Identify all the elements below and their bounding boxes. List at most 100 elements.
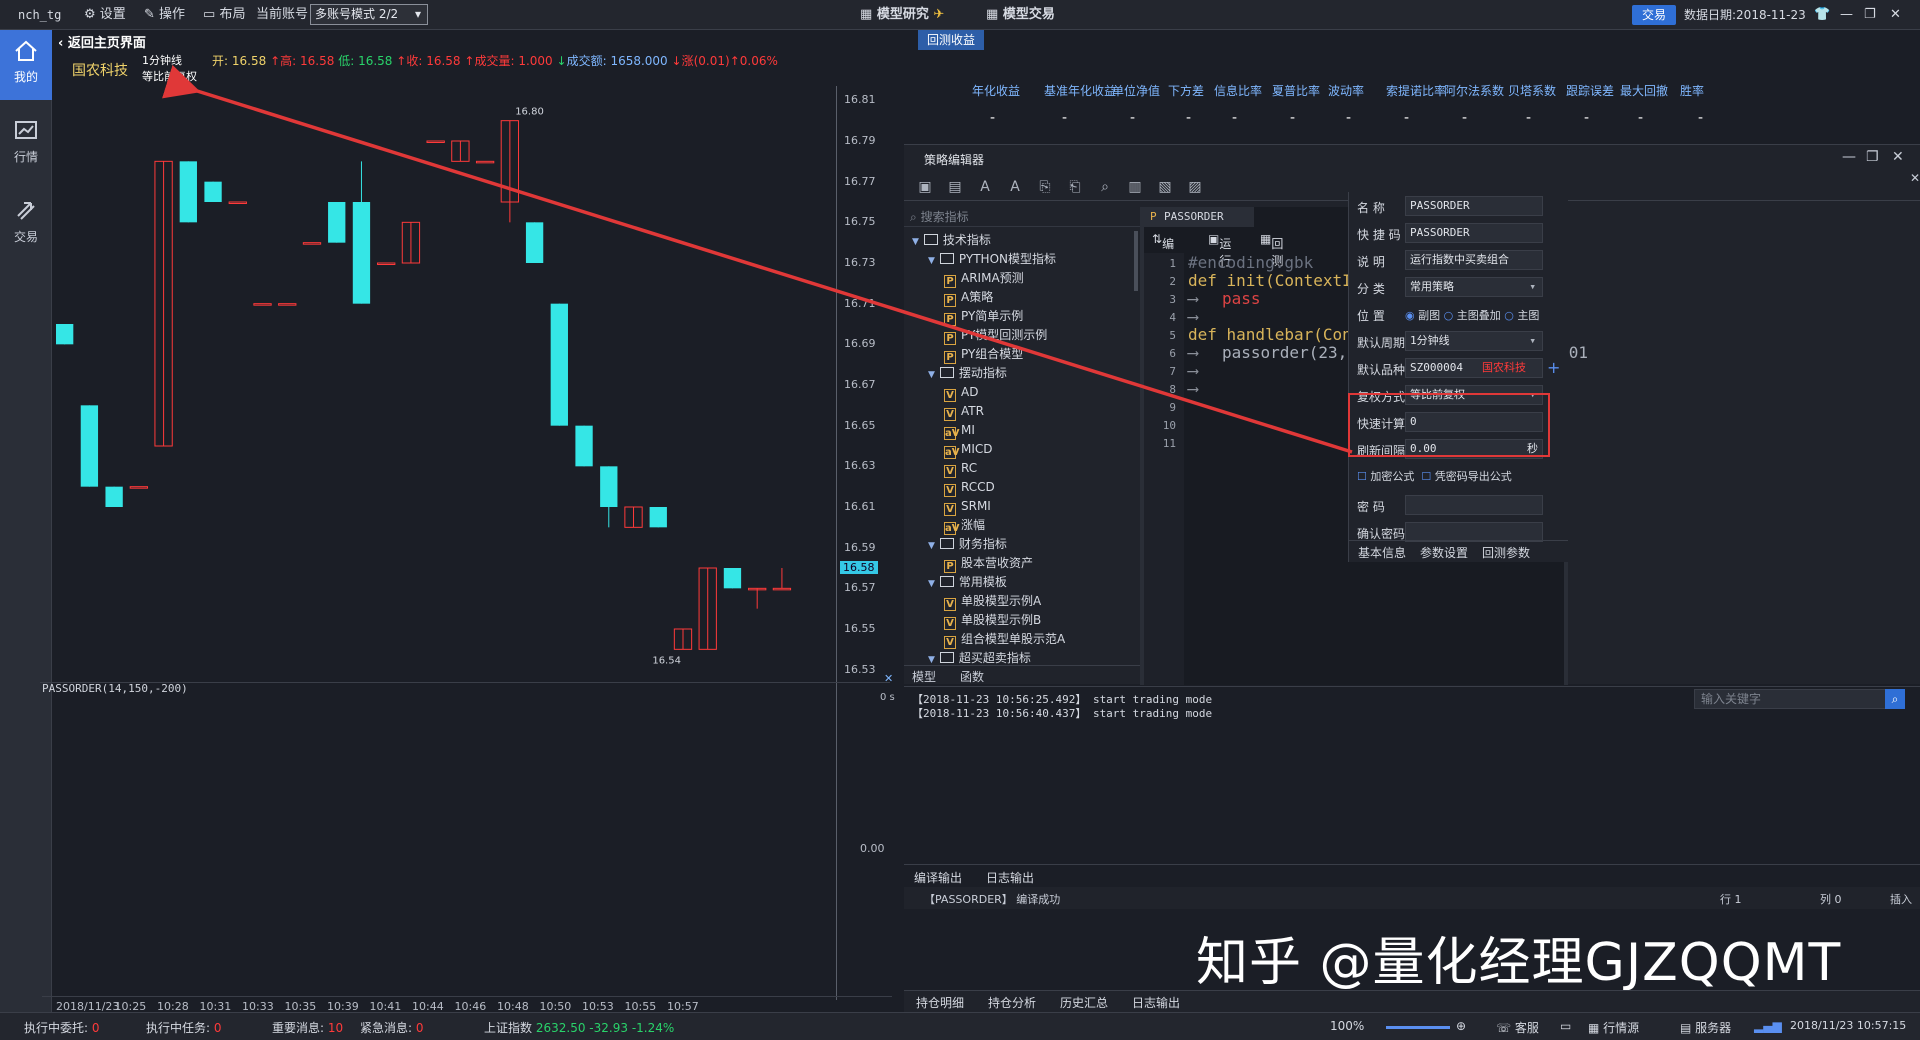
maximize-icon[interactable]: ❐ xyxy=(1866,149,1879,165)
find-icon[interactable]: ⌕ xyxy=(1096,179,1114,197)
shirt-icon[interactable]: 👕 xyxy=(1814,6,1830,24)
nav-item-trade[interactable]: 交易 xyxy=(0,190,52,260)
tab-backtest-return[interactable]: 回测收益 xyxy=(918,30,984,50)
caret-down-icon[interactable]: ▼ xyxy=(928,541,935,551)
desc-field[interactable]: 运行指数中买卖组合 xyxy=(1405,250,1543,270)
tab-position-detail[interactable]: 持仓明细 xyxy=(916,994,964,1011)
zoom-in-icon[interactable]: ⊕ xyxy=(1456,1019,1466,1033)
checkbox-icon[interactable]: ☐ xyxy=(1421,470,1431,483)
minimize-icon[interactable]: — xyxy=(1840,6,1853,24)
tab-position-analysis[interactable]: 持仓分析 xyxy=(988,994,1036,1011)
maximize-icon[interactable]: ❐ xyxy=(1864,6,1876,24)
tab-backtest-params[interactable]: 回测参数 xyxy=(1482,544,1530,561)
doc-edit-icon[interactable]: ▧ xyxy=(1156,179,1174,197)
tree-item[interactable]: ▼ 摆动指标 xyxy=(928,364,1007,382)
quote-source-button[interactable]: ▦ 行情源 xyxy=(1588,1019,1639,1036)
log-search-input[interactable]: 输入关键字 ⌕ xyxy=(1694,689,1905,709)
tree-item[interactable]: ▼ PYTHON模型指标 xyxy=(928,250,1056,268)
tab-params[interactable]: 参数设置 xyxy=(1420,544,1468,561)
minimize-icon[interactable]: — xyxy=(1842,149,1856,165)
urgent-status[interactable]: 紧急消息: 0 xyxy=(360,1019,424,1036)
cat-select[interactable]: 常用策略 xyxy=(1405,277,1543,297)
monitor-icon[interactable]: ▭ xyxy=(1560,1019,1571,1033)
close-sub-icon[interactable]: ✕ xyxy=(884,672,893,685)
zoom-slider[interactable] xyxy=(1386,1026,1450,1029)
caret-down-icon[interactable]: ▼ xyxy=(928,256,935,266)
close-icon[interactable]: ✕ xyxy=(1892,149,1904,165)
tab-log-output[interactable]: 日志输出 xyxy=(986,869,1034,886)
tab-basic-info[interactable]: 基本信息 xyxy=(1358,544,1406,561)
important-status[interactable]: 重要消息: 10 xyxy=(272,1019,343,1036)
font-smaller-icon[interactable]: A xyxy=(976,179,994,197)
model-trade-tab[interactable]: ▦ 模型交易 xyxy=(986,6,1055,24)
nav-item-quote[interactable]: 行情 xyxy=(0,110,52,180)
caret-down-icon[interactable]: ▼ xyxy=(912,237,919,247)
caret-down-icon[interactable]: ▼ xyxy=(928,579,935,589)
tree-item[interactable]: P ARIMA预测 xyxy=(944,269,1024,288)
radio-icon[interactable]: ○ xyxy=(1444,309,1454,322)
add-icon[interactable]: + xyxy=(1547,358,1560,377)
tree-item[interactable]: P PY简单示例 xyxy=(944,307,1023,326)
tree-item[interactable]: aV MICD xyxy=(944,440,993,459)
tree-item[interactable]: V AD xyxy=(944,383,978,402)
backtest-button[interactable]: ▦ 回测 xyxy=(1260,232,1283,268)
tree-item[interactable]: ▼ 财务指标 xyxy=(928,535,1007,553)
tree-item[interactable]: V RCCD xyxy=(944,478,995,497)
kline-svg[interactable]: 16.80 16.54 xyxy=(52,80,836,690)
back-to-home[interactable]: ‹ 返回主页界面 xyxy=(58,32,146,51)
entrusting-status[interactable]: 执行中委托: 0 xyxy=(24,1019,100,1036)
tab-compile-output[interactable]: 编译输出 xyxy=(914,869,962,886)
tasks-status[interactable]: 执行中任务: 0 xyxy=(146,1019,222,1036)
tree-item[interactable]: P PY组合模型 xyxy=(944,345,1023,364)
indicator-search[interactable]: ⌕ 搜索指标 xyxy=(904,207,1140,227)
save-as-icon[interactable]: ▤ xyxy=(946,179,964,197)
tree-item[interactable]: aV MI xyxy=(944,421,975,440)
service-button[interactable]: ☏ 客服 xyxy=(1496,1019,1539,1036)
period-select[interactable]: 1分钟线 xyxy=(1405,331,1543,351)
short-field[interactable]: PASSORDER xyxy=(1405,223,1543,243)
server-button[interactable]: ▤ 服务器 xyxy=(1680,1019,1731,1036)
tree-item[interactable]: V 组合模型单股示范A xyxy=(944,630,1065,649)
export-icon[interactable]: ⎗ xyxy=(1066,179,1084,197)
tree-item[interactable]: ▼ 技术指标 xyxy=(912,231,991,249)
account-mode-select[interactable]: 多账号模式 2/2 ▾ xyxy=(310,4,428,25)
name-field[interactable]: PASSORDER xyxy=(1405,196,1543,216)
tab-log-output[interactable]: 日志输出 xyxy=(1132,994,1180,1011)
radio-icon[interactable]: ○ xyxy=(1504,309,1514,322)
operate-menu[interactable]: ✎ 操作 xyxy=(144,6,185,24)
radio-selected-icon[interactable]: ◉ xyxy=(1405,309,1415,322)
tab-history-summary[interactable]: 历史汇总 xyxy=(1060,994,1108,1011)
search-icon[interactable]: ⌕ xyxy=(1885,689,1905,709)
tree-item[interactable]: P 股本营收资产 xyxy=(944,554,1033,573)
checkbox-icon[interactable]: ☐ xyxy=(1357,470,1367,483)
close-file-icon[interactable]: ✕ xyxy=(1910,171,1920,185)
caret-down-icon[interactable]: ▼ xyxy=(928,655,935,665)
tree-item[interactable]: V RC xyxy=(944,459,977,478)
trade-button[interactable]: 交易 xyxy=(1632,5,1676,25)
tree-item[interactable]: ▼ 常用模板 xyxy=(928,573,1007,591)
pwd2-field[interactable] xyxy=(1405,522,1543,542)
font-larger-icon[interactable]: A xyxy=(1006,179,1024,197)
settings-doc-icon[interactable]: ▨ xyxy=(1186,179,1204,197)
index-status[interactable]: 上证指数 2632.50 -32.93 -1.24% xyxy=(484,1019,674,1036)
compile-button[interactable]: ⇅ 编译 xyxy=(1152,232,1174,268)
pwd-field[interactable] xyxy=(1405,495,1543,515)
model-research-tab[interactable]: ▦ 模型研究 ✈ xyxy=(860,6,944,24)
zoom-level[interactable]: 100% xyxy=(1330,1019,1364,1033)
tree-item[interactable]: V 单股模型示例A xyxy=(944,592,1041,611)
tree-item[interactable]: V ATR xyxy=(944,402,984,421)
nav-item-mine[interactable]: 我的 xyxy=(0,30,52,100)
settings-menu[interactable]: ⚙ 设置 xyxy=(84,6,126,24)
tab-model[interactable]: 模型 xyxy=(912,668,936,685)
close-icon[interactable]: ✕ xyxy=(1890,6,1901,24)
symbol-field[interactable]: SZ000004 国农科技 xyxy=(1405,358,1543,378)
layout-menu[interactable]: ▭ 布局 xyxy=(203,6,245,24)
tree-item[interactable]: aV 涨幅 xyxy=(944,516,985,535)
file-tab[interactable]: P PASSORDER xyxy=(1144,207,1254,227)
tree-item[interactable]: V SRMI xyxy=(944,497,991,516)
caret-down-icon[interactable]: ▼ xyxy=(928,370,935,380)
tree-item[interactable]: P PY模型回测示例 xyxy=(944,326,1047,345)
run-button[interactable]: ▣ 运行 xyxy=(1208,232,1231,268)
tree-scrollbar[interactable] xyxy=(1134,231,1138,291)
doc-icon[interactable]: ▥ xyxy=(1126,179,1144,197)
